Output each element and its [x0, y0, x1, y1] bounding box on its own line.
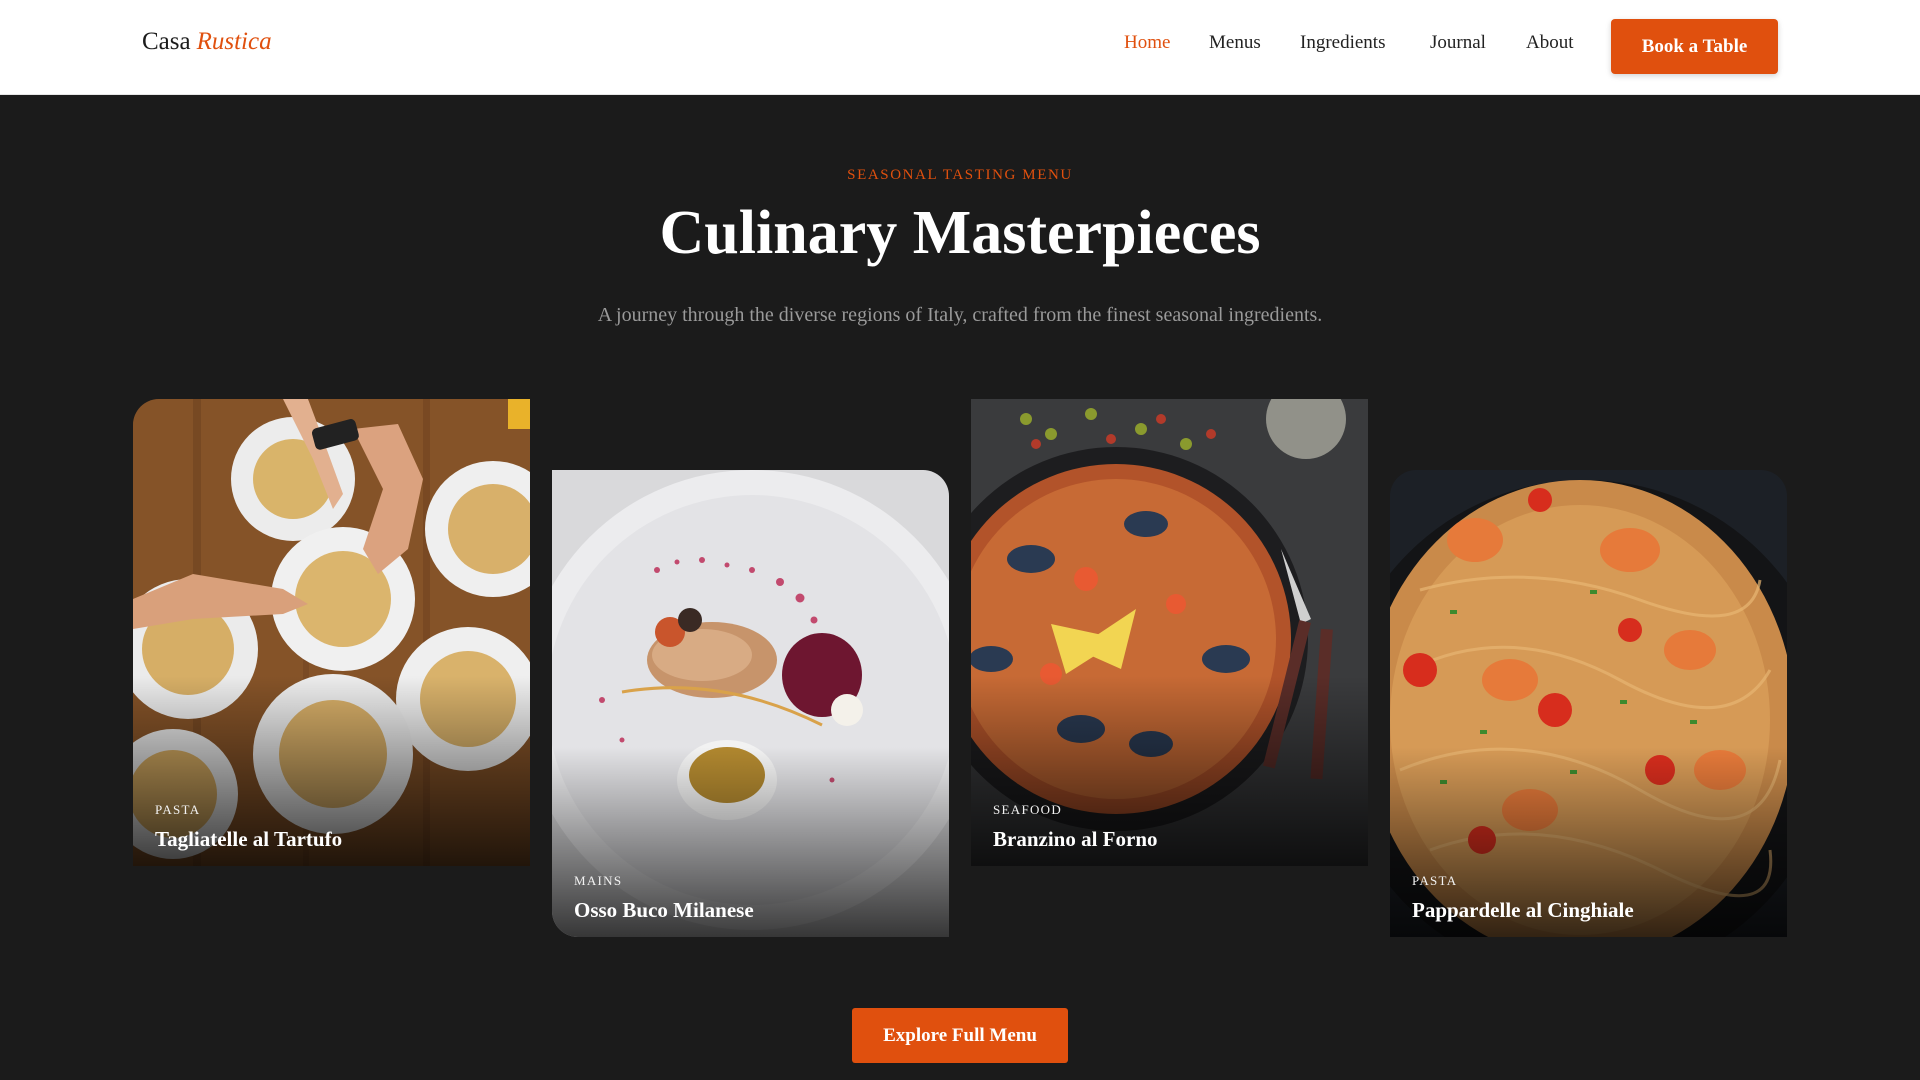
- dish-name: Tagliatelle al Tartufo: [155, 827, 343, 851]
- dish-card-osso-buco[interactable]: MAINS Osso Buco Milanese: [552, 470, 949, 937]
- dish-card-pappardelle[interactable]: PASTA Pappardelle al Cinghiale: [1390, 470, 1787, 937]
- dish-category: SEAFOOD: [993, 802, 1063, 817]
- dish-card-branzino[interactable]: SEAFOOD Branzino al Forno: [971, 399, 1368, 866]
- dish-category: PASTA: [155, 802, 201, 817]
- dish-name: Branzino al Forno: [993, 827, 1158, 851]
- explore-menu-button[interactable]: Explore Full Menu: [852, 1008, 1068, 1063]
- nav-ingredients[interactable]: Ingredients: [1300, 32, 1385, 54]
- page-title: Culinary Masterpieces: [659, 199, 1261, 267]
- nav-menus[interactable]: Menus: [1209, 32, 1261, 54]
- section-subtitle: A journey through the diverse regions of…: [597, 304, 1323, 326]
- brand-logo[interactable]: Casa Rustica: [142, 28, 272, 56]
- book-table-button[interactable]: Book a Table: [1611, 19, 1778, 74]
- nav-home[interactable]: Home: [1124, 32, 1170, 54]
- site-header: Casa Rustica Home Menus Ingredients Journ…: [0, 0, 1920, 95]
- section-eyebrow: SEASONAL TASTING MENU: [847, 167, 1073, 183]
- dish-card-tagliatelle[interactable]: PASTA Tagliatelle al Tartufo: [133, 399, 530, 866]
- dish-category: MAINS: [574, 873, 623, 888]
- nav-about[interactable]: About: [1526, 32, 1574, 54]
- brand-accent: Rustica: [196, 28, 272, 55]
- dish-name: Pappardelle al Cinghiale: [1412, 898, 1634, 922]
- dish-name: Osso Buco Milanese: [574, 898, 754, 922]
- brand-name: Casa: [142, 28, 191, 55]
- nav-journal[interactable]: Journal: [1430, 32, 1486, 54]
- dish-category: PASTA: [1412, 873, 1458, 888]
